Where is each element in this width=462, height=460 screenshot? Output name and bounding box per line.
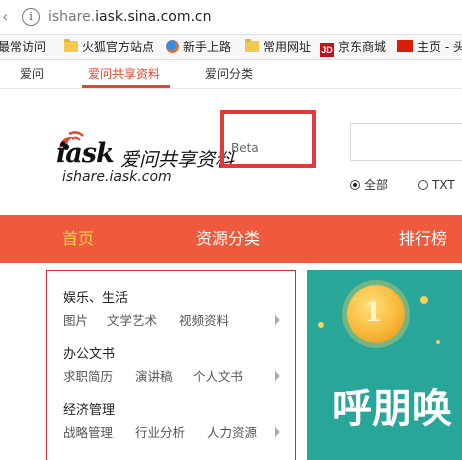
logo-domain: ishare.iask.com xyxy=(62,169,172,185)
coin-number: 1 xyxy=(364,298,383,328)
beta-highlight-box xyxy=(220,110,316,168)
bookmark-label: 主页 - 头 xyxy=(417,40,462,54)
firefox-icon xyxy=(166,40,179,53)
tab-shared-docs[interactable]: 爱问共享资料 xyxy=(88,66,160,82)
site-info-icon[interactable]: i xyxy=(22,8,40,26)
logo-site-name: 爱问共享资料 xyxy=(120,149,235,171)
category-link[interactable]: 行业分析 xyxy=(135,425,185,441)
nav-rankings[interactable]: 排行榜 xyxy=(399,229,447,249)
category-link[interactable]: 个人文书 xyxy=(193,369,243,385)
url-text[interactable]: ishare.iask.sina.com.cn xyxy=(48,8,212,26)
banner-headline: 呼朋唤 xyxy=(332,386,452,432)
bookmark-jd-mall[interactable]: JD 京东商城 xyxy=(320,39,387,57)
nav-resource-categories[interactable]: 资源分类 xyxy=(196,229,260,249)
search-option-txt[interactable]: TXT xyxy=(418,178,455,192)
chevron-right-icon[interactable] xyxy=(275,427,280,437)
folder-icon xyxy=(245,39,259,52)
main-nav: 首页 资源分类 排行榜 xyxy=(0,215,462,263)
url-host-prefix: ishare. xyxy=(48,9,96,25)
address-bar[interactable]: ‹ i ishare.iask.sina.com.cn xyxy=(0,0,462,35)
site-top-nav: 爱问 爱问共享资料 爱问分类 xyxy=(0,60,462,89)
bookmark-getting-started[interactable]: 新手上路 xyxy=(166,39,231,55)
bookmarks-bar: 最常访问 火狐官方站点 新手上路 常用网址 JD 京东商城 主页 - 头 xyxy=(0,35,462,60)
category-link[interactable]: 求职简历 xyxy=(63,369,113,385)
category-link[interactable]: 文学艺术 xyxy=(107,313,157,329)
category-link[interactable]: 战略管理 xyxy=(63,425,113,441)
radio-label: TXT xyxy=(432,178,455,192)
url-host-suffix: .sina.com.cn xyxy=(123,9,212,25)
bookmark-label: 京东商城 xyxy=(338,40,387,54)
bookmark-label: 常用网址 xyxy=(263,40,312,54)
bookmark-common-sites[interactable]: 常用网址 xyxy=(245,39,311,55)
radio-label: 全部 xyxy=(364,178,389,192)
nav-home[interactable]: 首页 xyxy=(62,229,94,249)
chevron-right-icon[interactable] xyxy=(275,371,280,381)
category-panel: 娱乐、生活 图片 文学艺术 视频资料 办公文书 求职简历 演讲稿 个人文书 经济… xyxy=(46,270,296,460)
folder-icon xyxy=(64,39,78,52)
tab-iask[interactable]: 爱问 xyxy=(20,66,44,82)
logo-wordmark[interactable]: iask xyxy=(56,138,115,169)
bookmark-label: 新手上路 xyxy=(183,40,232,54)
search-input[interactable] xyxy=(350,123,462,161)
bookmark-firefox-site[interactable]: 火狐官方站点 xyxy=(64,39,154,55)
chevron-right-icon[interactable] xyxy=(275,315,280,325)
category-title-economics[interactable]: 经济管理 xyxy=(63,403,115,419)
sparkle-icon xyxy=(420,296,428,304)
bookmark-label: 最常访问 xyxy=(0,40,47,54)
category-link[interactable]: 人力资源 xyxy=(207,425,257,441)
url-host-main: iask xyxy=(95,9,124,25)
sparkle-icon xyxy=(318,322,324,328)
category-title-entertainment[interactable]: 娱乐、生活 xyxy=(63,291,128,307)
active-tab-underline xyxy=(82,85,170,88)
category-title-office[interactable]: 办公文书 xyxy=(63,347,115,363)
tab-categories[interactable]: 爱问分类 xyxy=(205,66,253,82)
bookmark-most-visited[interactable]: 最常访问 xyxy=(0,39,46,55)
search-option-all[interactable]: 全部 xyxy=(350,178,388,192)
category-link[interactable]: 演讲稿 xyxy=(135,369,173,385)
jd-icon: JD xyxy=(320,43,334,57)
bookmark-label: 火狐官方站点 xyxy=(82,40,155,54)
radio-selected-icon xyxy=(350,180,360,190)
bookmark-home[interactable]: 主页 - 头 xyxy=(397,39,462,55)
radio-unselected-icon xyxy=(418,180,428,190)
beta-badge: Beta xyxy=(231,141,259,155)
category-link[interactable]: 视频资料 xyxy=(179,313,229,329)
homepage-icon xyxy=(397,40,413,52)
category-link[interactable]: 图片 xyxy=(63,313,88,329)
sparkle-icon xyxy=(436,340,440,344)
back-arrow-icon[interactable]: ‹ xyxy=(2,6,16,28)
